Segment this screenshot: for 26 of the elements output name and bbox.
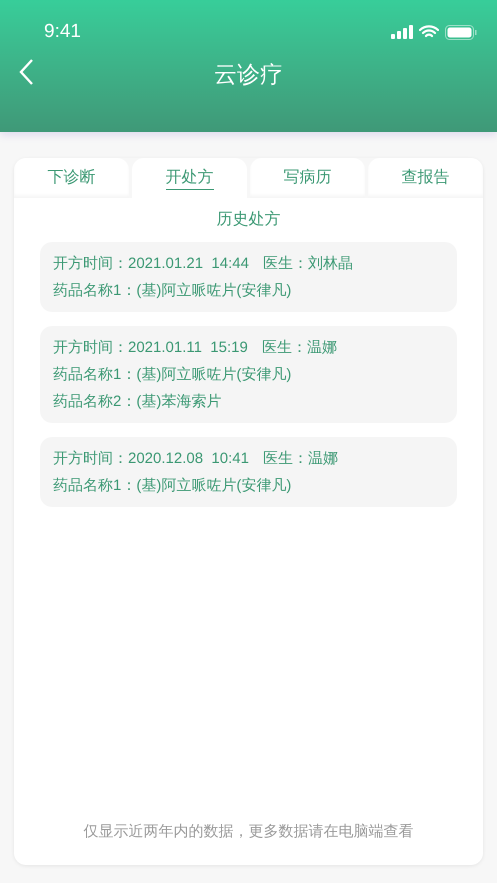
section-title: 历史处方 — [216, 210, 280, 230]
tab[interactable]: 下诊断 — [14, 158, 129, 198]
prescription-time: 开方时间：2021.01.11 15:19 — [53, 338, 248, 358]
wifi-icon — [419, 25, 439, 39]
signal-icon — [391, 25, 413, 39]
drug-name: 药品名称1：(基)阿立哌咗片(安律凡) — [53, 476, 292, 496]
prescription-card[interactable]: 开方时间：2021.01.21 14:44 医生：刘林晶 药品名称1：(基)阿立哌咗片(安律凡) — [40, 242, 457, 312]
back-chevron-icon — [18, 58, 34, 86]
status-time: 9:41 — [44, 20, 81, 44]
drug-name: 药品名称1：(基)阿立哌咗片(安律凡) — [53, 365, 292, 385]
prescription-card[interactable]: 开方时间：2020.12.08 10:41 医生：温娜 药品名称1：(基)阿立哌咗片(安律凡) — [40, 437, 457, 507]
battery-icon — [445, 24, 477, 40]
tab[interactable]: 查报告 — [368, 158, 483, 198]
tab[interactable]: 写病历 — [250, 158, 365, 198]
doctor-name: 医生：温娜 — [262, 449, 338, 469]
tab[interactable]: 开处方 — [132, 158, 247, 198]
back-button[interactable] — [18, 58, 34, 86]
footer-note: 仅显示近两年内的数据，更多数据请在电脑端查看 — [84, 822, 414, 842]
page-title: 云诊疗 — [214, 60, 283, 89]
doctor-name: 医生：温娜 — [262, 338, 337, 358]
drug-name: 药品名称1：(基)阿立哌咗片(安律凡) — [53, 281, 292, 301]
drug-name: 药品名称2：(基)苯海索片 — [53, 392, 222, 412]
prescription-card[interactable]: 开方时间：2021.01.11 15:19 医生：温娜 药品名称1：(基)阿立哌咗片(安律凡) 药品名称2：(基)苯海索片 — [40, 326, 457, 423]
doctor-name: 医生：刘林晶 — [262, 254, 353, 274]
prescription-time: 开方时间：2021.01.21 14:44 — [53, 254, 249, 274]
prescription-time: 开方时间：2020.12.08 10:41 — [53, 449, 249, 469]
